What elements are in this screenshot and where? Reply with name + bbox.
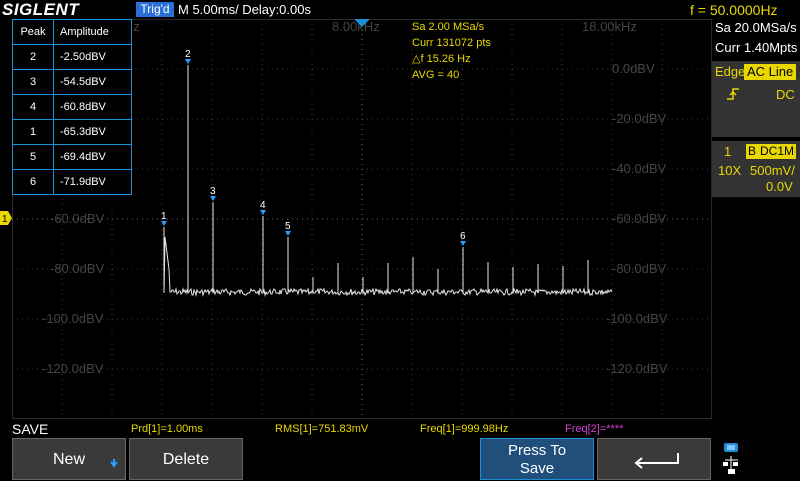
menu-title: SAVE [12,421,49,437]
peak-number: 1 [12,119,54,145]
usb-network-icon [723,443,738,474]
vertical-offset: 0.0V [766,179,793,194]
peak-column-header: Peak [12,19,54,45]
db-label-right: -120.0dBV [606,361,668,376]
channel-marker-label: 1 [2,214,8,225]
probe-attenuation: 10X [718,163,742,178]
channel-1-level-icon[interactable]: 1 [0,211,12,225]
peak-number: 5 [12,144,54,170]
peak-marker-label: 1 [161,211,167,222]
return-button[interactable] [597,438,711,480]
db-label-right: -100.0dBV [606,311,668,326]
peak-amplitude: -65.3dBV [53,119,132,145]
db-label-left: -100.0dBV [42,311,104,326]
peak-table: Peak Amplitude 2 -2.50dBV 3 -54.5dBV 4 -60.… [12,19,132,195]
top-status-bar: SIGLENT Trig'd M 5.00ms/ Delay:0.00s f =… [0,0,800,20]
peak-amplitude: -54.5dBV [53,69,132,95]
table-row: 2 -2.50dBV [12,44,132,70]
peak-marker-label: 3 [210,186,216,197]
press-to-save-line2: Save [519,460,555,477]
delete-button[interactable]: Delete [129,438,243,480]
peak-number: 2 [12,44,54,70]
status-icons-area [712,438,800,480]
table-row: 1 -65.3dBV [12,119,132,145]
measurement-rms: RMS[1]=751.83mV [275,423,369,435]
acq-memory-depth: Curr 1.40Mpts [715,40,798,55]
press-to-save-line1: Press To [507,442,567,459]
delete-button-label: Delete [162,451,210,468]
acq-sample-rate: Sa 20.0MSa/s [715,20,797,35]
fft-delta-f: △f 15.26 Hz [412,53,471,65]
table-row: 4 -60.8dBV [12,94,132,120]
freq-label: 8.00kHz [332,19,380,34]
bandwidth-limit-badge: B [746,144,759,159]
db-label-right: -40.0dBV [612,161,667,176]
db-label-right: -80.0dBV [612,261,667,276]
return-arrow-icon [634,453,679,469]
new-button[interactable]: New [12,438,126,480]
trigger-panel[interactable]: Edge AC Line DC [712,61,800,137]
peak-marker-label: 4 [260,200,266,211]
peak-marker-label: 5 [285,221,291,232]
measurement-period: Prd[1]=1.00ms [131,423,203,435]
freq-label: 18.00kHz [582,19,637,34]
table-row: 5 -69.4dBV [12,144,132,170]
new-button-label: New [52,451,85,468]
trigger-status-badge[interactable]: Trig'd [136,2,174,17]
measurement-frequency-2: Freq[2]=**** [565,423,624,435]
peak-number: 3 [12,69,54,95]
db-label-right: -20.0dBV [612,111,667,126]
brand-logo: SIGLENT [2,0,80,19]
channel-coupling: DC1M [758,144,797,159]
db-label-left: -60.0dBV [50,211,105,226]
peak-table-header: Peak Amplitude [12,19,132,45]
peak-marker-label: 2 [185,49,191,60]
trigger-type: Edge [715,64,746,79]
rising-edge-icon [727,88,739,100]
peak-number: 6 [12,169,54,195]
frequency-counter: f = 50.0000Hz [690,2,778,18]
peak-number: 4 [12,94,54,120]
peak-amplitude: -71.9dBV [53,169,132,195]
vertical-scale: 500mV/ [750,163,795,178]
channel-number: 1 [724,144,732,159]
peak-amplitude: -2.50dBV [53,44,132,70]
fft-points: Curr 131072 pts [412,37,491,49]
fft-info: Sa 2.00 MSa/s Curr 131072 pts △f 15.26 H… [412,19,491,83]
peak-marker-label: 6 [460,231,466,242]
trigger-source: AC Line [744,64,797,80]
measurement-bar: SAVE Prd[1]=1.00ms RMS[1]=751.83mV Freq[… [0,420,800,438]
db-label-right: -60.0dBV [612,211,667,226]
right-info-panel: Sa 20.0MSa/s Curr 1.40Mpts Edge AC Line … [712,19,800,419]
fft-average: AVG = 40 [412,69,460,81]
peak-amplitude: -69.4dBV [53,144,132,170]
amplitude-column-header: Amplitude [53,19,132,45]
peak-amplitude: -60.8dBV [53,94,132,120]
table-row: 6 -71.9dBV [12,169,132,195]
channel-1-panel[interactable]: 1 B DC1M 10X 500mV/ 0.0V [712,141,800,197]
fft-sample-rate: Sa 2.00 MSa/s [412,21,485,33]
timebase-readout[interactable]: M 5.00ms/ Delay:0.00s [176,0,311,20]
table-row: 3 -54.5dBV [12,69,132,95]
press-to-save-button[interactable]: Press To Save [480,438,594,480]
db-label-right: 0.0dBV [612,61,655,76]
db-label-left: -80.0dBV [50,261,105,276]
measurement-frequency-1: Freq[1]=999.98Hz [420,423,509,435]
db-label-left: -120.0dBV [42,361,104,376]
trigger-coupling: DC [776,87,795,102]
arrow-down-icon [110,459,118,468]
